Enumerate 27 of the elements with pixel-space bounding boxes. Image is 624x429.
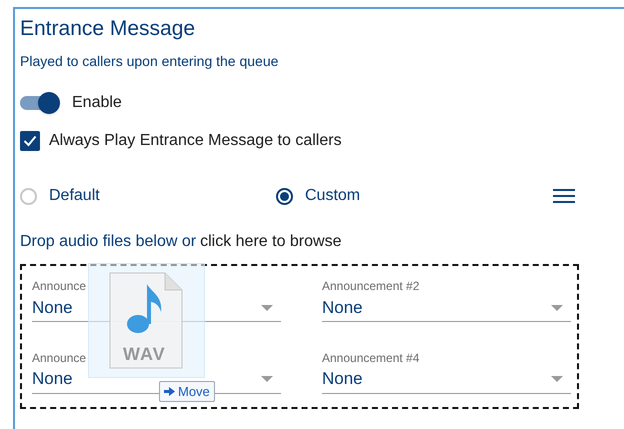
audio-file-icon <box>109 272 183 369</box>
checkbox-label: Always Play Entrance Message to callers <box>49 131 342 151</box>
dropdown-caret-icon <box>551 304 563 310</box>
file-type-label: WAV <box>123 345 166 363</box>
browse-link[interactable]: click here to browse <box>200 230 342 254</box>
menu-icon[interactable] <box>553 188 575 204</box>
field-label: Announce <box>32 278 86 294</box>
always-play-checkbox[interactable] <box>20 131 40 151</box>
enable-toggle[interactable] <box>20 92 60 114</box>
move-cursor-badge: Move <box>159 381 215 402</box>
section-subtitle: Played to callers upon entering the queue <box>20 52 280 71</box>
field-label: Announcement #2 <box>322 278 420 294</box>
field-label: Announce <box>32 350 86 366</box>
radio-button[interactable] <box>276 188 293 204</box>
radio-label: Default <box>49 186 100 206</box>
dropdown-caret-icon <box>551 376 563 382</box>
dropdown-caret-icon <box>261 304 273 310</box>
radio-label: Custom <box>305 186 360 206</box>
checkmark-icon <box>23 135 37 147</box>
section-title: Entrance Message <box>20 16 196 42</box>
arrow-icon <box>164 387 175 396</box>
dropdown-caret-icon <box>261 376 273 382</box>
field-label: Announcement #4 <box>322 350 420 366</box>
drop-hint: Drop audio files below or <box>20 232 196 252</box>
enable-label: Enable <box>72 93 122 113</box>
announcement-select[interactable]: None <box>322 366 571 394</box>
announcement-select[interactable]: None <box>322 294 571 322</box>
